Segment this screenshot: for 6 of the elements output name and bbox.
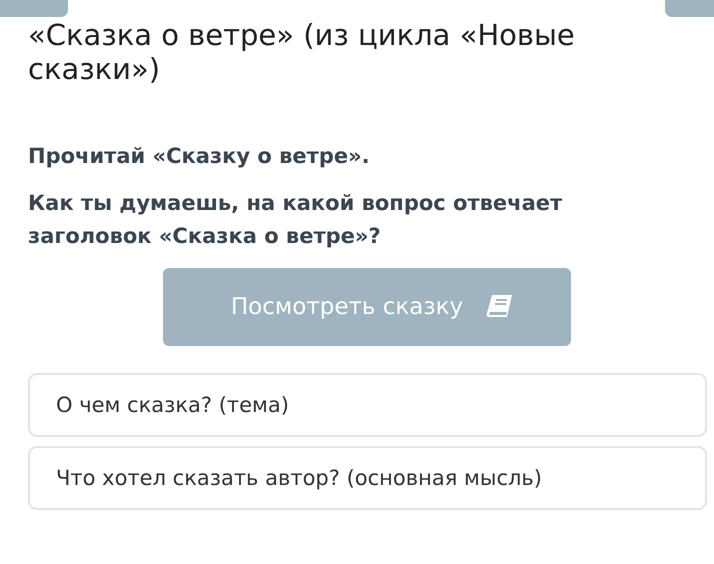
- question-text: Прочитай «Сказку о ветре».: [28, 143, 371, 170]
- question-text: Как ты думаешь, на какой вопрос отвечает заголовок «Сказка о ветре»?: [28, 190, 564, 250]
- answer-option[interactable]: О чем сказка? (тема): [28, 373, 707, 437]
- book-icon: [485, 294, 514, 320]
- exercise-title: «Сказка о ветре» (из цикла «Новые сказки»): [28, 18, 576, 86]
- answer-option[interactable]: Что хотел сказать автор? (основная мысль): [28, 446, 707, 510]
